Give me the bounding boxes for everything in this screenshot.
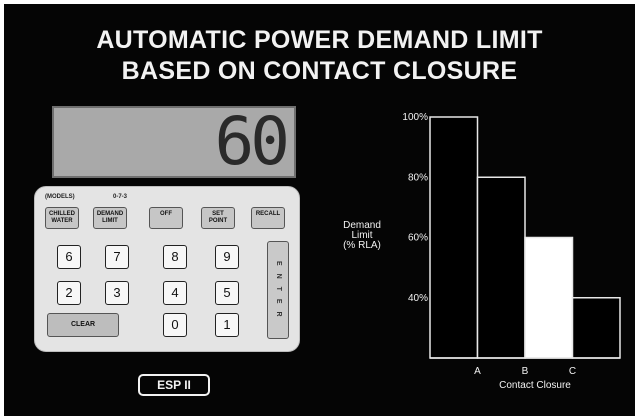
x-category-label: B [522,366,529,377]
y-tick-label: 40% [408,293,428,304]
bar-2 [524,236,574,359]
y-tick-label: 100% [402,112,428,123]
y-tick-label: 60% [408,233,428,244]
bar-chart: 100% 80% 60% 40% A B C Contact Closure Demand Lim… [343,112,621,391]
y-tick-label: 80% [408,172,428,183]
figure: AUTOMATIC POWER DEMAND LIMIT BASED ON CO… [0,0,639,420]
x-category-label: A [474,366,481,377]
x-axis-title: Contact Closure [499,380,571,391]
x-category-label: C [569,366,576,377]
bar-1 [476,176,526,359]
bar-0 [429,116,479,359]
y-axis-title: Demand Limit (% RLA) [343,220,381,251]
bar-3 [571,297,621,359]
